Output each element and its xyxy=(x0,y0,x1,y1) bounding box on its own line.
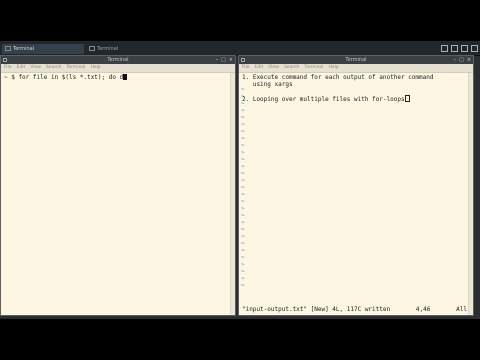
window-title: Terminal xyxy=(345,57,367,63)
empty-line-marker: ~ xyxy=(241,184,245,191)
empty-line-marker: ~ xyxy=(241,191,245,198)
window-title: Terminal xyxy=(107,57,129,63)
minimize-button[interactable]: – xyxy=(216,56,219,64)
empty-line-marker: ~ xyxy=(241,226,245,233)
menu-terminal[interactable]: Terminal xyxy=(304,64,323,72)
system-tray xyxy=(441,43,478,53)
menu-view[interactable]: View xyxy=(268,64,279,72)
menu-file[interactable]: File xyxy=(242,64,250,72)
empty-line-marker: ~ xyxy=(241,135,245,142)
network-icon[interactable] xyxy=(441,44,448,52)
taskbar-item-terminal-1[interactable]: Terminal xyxy=(2,44,84,54)
cursor-position: 4,46 xyxy=(415,306,431,313)
power-icon[interactable] xyxy=(471,44,478,52)
task-label: Terminal xyxy=(13,46,35,52)
minimize-button[interactable]: – xyxy=(454,56,457,64)
empty-line-marker: ~ xyxy=(241,177,245,184)
empty-line-marker: ~ xyxy=(241,121,245,128)
empty-line-marker: ~ xyxy=(241,205,245,212)
empty-line-marker: ~ xyxy=(241,261,245,268)
empty-line-marker: ~ xyxy=(241,268,245,275)
text-cursor xyxy=(123,74,127,80)
taskbar-item-terminal-2[interactable]: Terminal xyxy=(86,44,168,54)
empty-line-marker: ~ xyxy=(241,212,245,219)
empty-line-marker: ~ xyxy=(241,254,245,261)
menu-edit[interactable]: Edit xyxy=(17,64,26,72)
window-titlebar[interactable]: Terminal – □ × xyxy=(239,56,473,64)
terminal-content[interactable]: ~ $ for file in $(ls *.txt); do d xyxy=(1,73,235,315)
menu-file[interactable]: File xyxy=(4,64,12,72)
terminal-window-left[interactable]: Terminal – □ × File Edit View Search Ter… xyxy=(0,55,236,316)
terminal-icon xyxy=(241,58,245,62)
terminal-icon xyxy=(89,46,95,51)
menu-bar: File Edit View Search Terminal Help xyxy=(239,64,473,73)
buffer-line-4: 2. Looping over multiple files with for-… xyxy=(242,95,470,103)
empty-line-marker: ~ xyxy=(241,128,245,135)
empty-line-marker: ~ xyxy=(241,142,245,149)
task-label: Terminal xyxy=(97,46,119,52)
empty-line-marker: ~ xyxy=(241,163,245,170)
status-message: "input-output.txt" [New] 4L, 117C writte… xyxy=(242,306,391,313)
empty-line-marker: ~ xyxy=(241,233,245,240)
command-line: ~ $ for file in $(ls *.txt); do d xyxy=(4,74,124,81)
window-titlebar[interactable]: Terminal – □ × xyxy=(1,56,235,64)
empty-line-marker: ~ xyxy=(241,247,245,254)
buffer-line-2: using xargs xyxy=(242,81,293,88)
close-button[interactable]: × xyxy=(229,56,233,64)
empty-line-marker: ~ xyxy=(241,114,245,121)
empty-line-marker: ~ xyxy=(241,149,245,156)
empty-line-marker: ~ xyxy=(241,100,245,107)
menu-search[interactable]: Search xyxy=(46,64,61,72)
menu-bar: File Edit View Search Terminal Help xyxy=(1,64,235,73)
menu-help[interactable]: Help xyxy=(90,64,100,72)
empty-line-markers: ~ ~ ~ ~ ~ ~ ~ ~ ~ ~ ~ ~ ~ ~ ~ ~ ~ ~ ~ ~ ~ ~ ~ ~ ~ ~ ~ ~ ~ xyxy=(241,86,246,289)
text-cursor xyxy=(404,95,410,102)
empty-line-marker: ~ xyxy=(241,156,245,163)
empty-line-marker: ~ xyxy=(241,107,245,114)
empty-line-marker: ~ xyxy=(241,275,245,282)
empty-line-marker: ~ xyxy=(241,240,245,247)
menu-search[interactable]: Search xyxy=(284,64,299,72)
empty-line-marker: ~ xyxy=(241,282,245,289)
desktop: Terminal Terminal Terminal – □ × File Ed… xyxy=(0,41,480,319)
scroll-position: All xyxy=(456,306,467,313)
volume-icon[interactable] xyxy=(451,44,458,52)
scrollbar[interactable] xyxy=(230,73,235,315)
taskbar: Terminal Terminal xyxy=(0,41,480,56)
maximize-button[interactable]: □ xyxy=(459,56,464,64)
menu-help[interactable]: Help xyxy=(328,64,338,72)
battery-icon[interactable] xyxy=(461,44,468,52)
vim-status-line: "input-output.txt" [New] 4L, 117C writte… xyxy=(242,306,467,313)
close-button[interactable]: × xyxy=(467,56,471,64)
menu-view[interactable]: View xyxy=(30,64,41,72)
scrollbar[interactable] xyxy=(468,73,473,315)
terminal-window-right[interactable]: Terminal – □ × File Edit View Search Ter… xyxy=(238,55,474,316)
empty-line-marker: ~ xyxy=(241,198,245,205)
empty-line-marker: ~ xyxy=(241,93,245,100)
empty-line-marker: ~ xyxy=(241,86,245,93)
menu-terminal[interactable]: Terminal xyxy=(66,64,85,72)
buffer-line-4-text: 2. Looping over multiple files with for-… xyxy=(242,96,405,103)
empty-line-marker: ~ xyxy=(241,170,245,177)
buffer-line-3 xyxy=(242,88,470,95)
terminal-icon xyxy=(3,58,7,62)
empty-line-marker: ~ xyxy=(241,219,245,226)
terminal-icon xyxy=(5,46,11,51)
vim-buffer[interactable]: 1. Execute command for each output of an… xyxy=(239,73,473,315)
menu-edit[interactable]: Edit xyxy=(255,64,264,72)
buffer-line-1: 1. Execute command for each output of an… xyxy=(242,74,434,81)
maximize-button[interactable]: □ xyxy=(221,56,226,64)
